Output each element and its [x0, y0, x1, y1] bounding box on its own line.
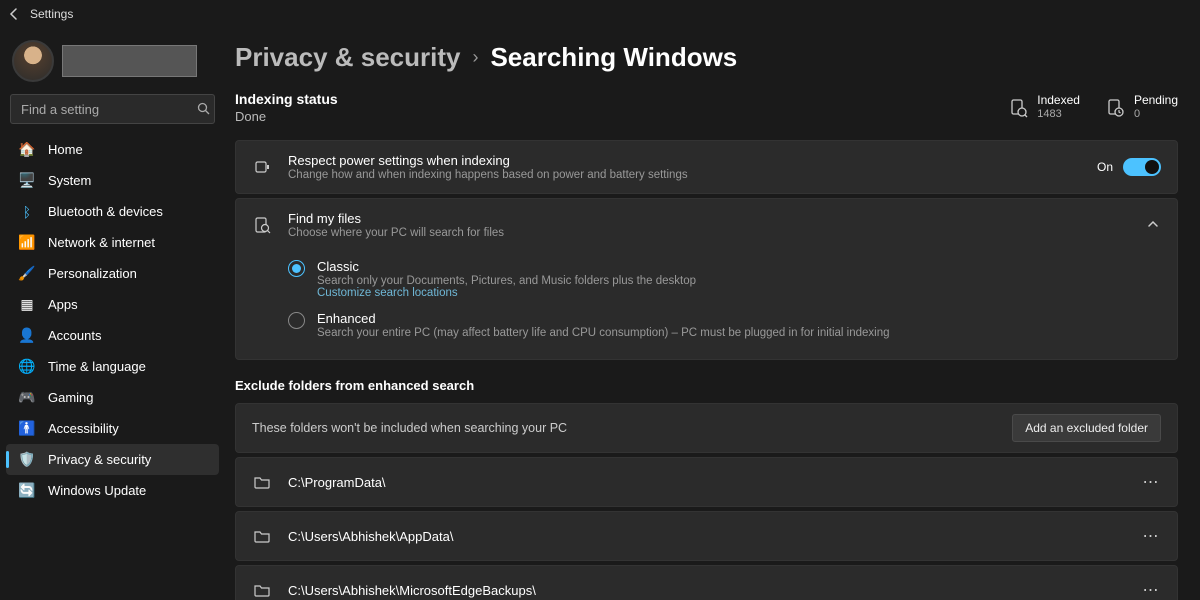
folder-path: C:\Users\Abhishek\MicrosoftEdgeBackups\	[288, 583, 1125, 598]
folder-icon	[252, 472, 272, 492]
sidebar-item-bluetooth[interactable]: ᛒBluetooth & devices	[6, 196, 219, 227]
shield-icon: 🛡️	[18, 451, 36, 469]
metric-pending: Pending 0	[1104, 94, 1178, 120]
sidebar-item-gaming[interactable]: 🎮Gaming	[6, 382, 219, 413]
excluded-folder-row: C:\ProgramData\ ⋯	[235, 457, 1178, 507]
apps-icon: ▦	[18, 296, 36, 314]
sidebar-item-home[interactable]: 🏠Home	[6, 134, 219, 165]
folder-path: C:\ProgramData\	[288, 475, 1125, 490]
metric-indexed: Indexed 1483	[1007, 94, 1080, 120]
customize-search-locations-link[interactable]: Customize search locations	[317, 287, 696, 299]
wifi-icon: 📶	[18, 234, 36, 252]
sidebar-item-privacy-security[interactable]: 🛡️Privacy & security	[6, 444, 219, 475]
toggle-state-label: On	[1097, 160, 1113, 174]
more-options-button[interactable]: ⋯	[1141, 472, 1161, 492]
chevron-up-icon[interactable]	[1147, 218, 1161, 232]
pending-icon	[1104, 97, 1126, 119]
radio-option-classic[interactable]: Classic Search only your Documents, Pict…	[288, 253, 1161, 305]
folder-icon	[252, 526, 272, 546]
indexed-icon	[1007, 97, 1029, 119]
bluetooth-icon: ᛒ	[18, 203, 36, 221]
sidebar-item-accessibility[interactable]: 🚹Accessibility	[6, 413, 219, 444]
sidebar-item-windows-update[interactable]: 🔄Windows Update	[6, 475, 219, 506]
system-icon: 🖥️	[18, 172, 36, 190]
exclude-description-card: These folders won't be included when sea…	[235, 403, 1178, 453]
more-options-button[interactable]: ⋯	[1141, 580, 1161, 600]
sidebar-item-accounts[interactable]: 👤Accounts	[6, 320, 219, 351]
nav-list: 🏠Home 🖥️System ᛒBluetooth & devices 📶Net…	[6, 134, 219, 506]
titlebar: Settings	[0, 0, 1200, 28]
folder-path: C:\Users\Abhishek\AppData\	[288, 529, 1125, 544]
excluded-folder-row: C:\Users\Abhishek\AppData\ ⋯	[235, 511, 1178, 561]
respect-power-title: Respect power settings when indexing	[288, 153, 1081, 168]
accounts-icon: 👤	[18, 327, 36, 345]
more-options-button[interactable]: ⋯	[1141, 526, 1161, 546]
indexing-status-value: Done	[235, 109, 983, 124]
battery-icon	[252, 157, 272, 177]
update-icon: 🔄	[18, 482, 36, 500]
back-button[interactable]	[8, 8, 20, 20]
respect-power-card: Respect power settings when indexing Cha…	[235, 140, 1178, 194]
sidebar-item-network[interactable]: 📶Network & internet	[6, 227, 219, 258]
page-title: Searching Windows	[490, 42, 737, 73]
sidebar-item-personalization[interactable]: 🖌️Personalization	[6, 258, 219, 289]
respect-power-desc: Change how and when indexing happens bas…	[288, 169, 1081, 181]
folder-icon	[252, 580, 272, 600]
document-search-icon	[252, 215, 272, 235]
radio-option-enhanced[interactable]: Enhanced Search your entire PC (may affe…	[288, 305, 1161, 345]
excluded-folder-row: C:\Users\Abhishek\MicrosoftEdgeBackups\ …	[235, 565, 1178, 600]
breadcrumb-parent[interactable]: Privacy & security	[235, 42, 460, 73]
radio-enhanced[interactable]	[288, 312, 305, 329]
exclude-section-header: Exclude folders from enhanced search	[235, 378, 1178, 393]
radio-classic[interactable]	[288, 260, 305, 277]
indexing-status-row: Indexing status Done Indexed 1483 Pendin…	[235, 91, 1178, 124]
back-arrow-icon	[8, 8, 20, 20]
gaming-icon: 🎮	[18, 389, 36, 407]
window-title: Settings	[30, 7, 73, 21]
brush-icon: 🖌️	[18, 265, 36, 283]
indexing-status-title: Indexing status	[235, 91, 983, 107]
chevron-right-icon: ›	[472, 47, 478, 68]
home-icon: 🏠	[18, 141, 36, 159]
sidebar-item-apps[interactable]: ▦Apps	[6, 289, 219, 320]
find-my-files-options: Classic Search only your Documents, Pict…	[236, 251, 1177, 359]
find-my-files-title: Find my files	[288, 211, 1131, 226]
respect-power-toggle[interactable]	[1123, 158, 1161, 176]
find-my-files-card: Find my files Choose where your PC will …	[235, 198, 1178, 360]
sidebar-item-system[interactable]: 🖥️System	[6, 165, 219, 196]
globe-icon: 🌐	[18, 358, 36, 376]
exclude-description: These folders won't be included when sea…	[252, 421, 567, 435]
accessibility-icon: 🚹	[18, 420, 36, 438]
add-excluded-folder-button[interactable]: Add an excluded folder	[1012, 414, 1161, 442]
find-my-files-header[interactable]: Find my files Choose where your PC will …	[236, 199, 1177, 251]
sidebar-item-time-language[interactable]: 🌐Time & language	[6, 351, 219, 382]
find-my-files-desc: Choose where your PC will search for fil…	[288, 227, 1131, 239]
breadcrumb: Privacy & security › Searching Windows	[235, 42, 1178, 73]
